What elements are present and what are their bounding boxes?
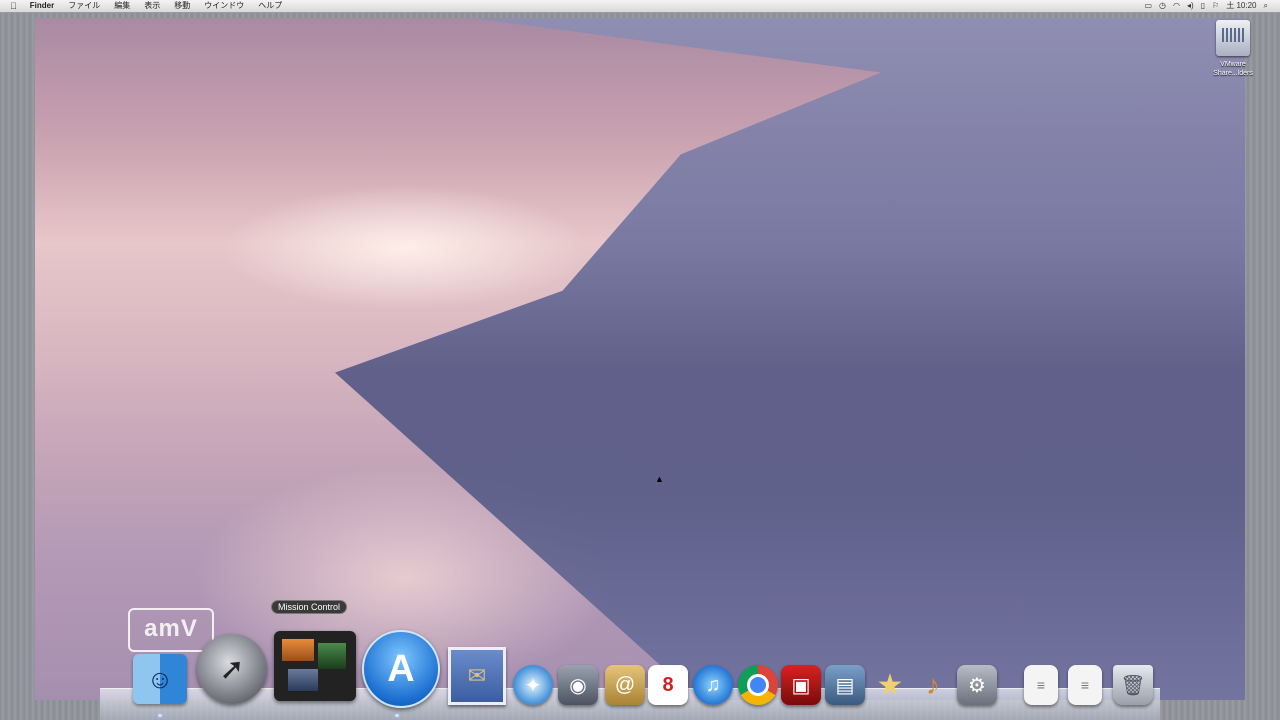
menu-view[interactable]: 表示 — [137, 0, 167, 12]
menu-help[interactable]: ヘルプ — [251, 0, 289, 12]
trash-icon[interactable]: 🗑 — [1113, 665, 1153, 705]
menu-finder[interactable]: Finder — [23, 0, 61, 12]
spotlight-icon[interactable]: ⌕ — [1264, 0, 1268, 12]
imovie-icon[interactable]: ★ — [870, 665, 910, 705]
battery-icon[interactable]: ▯ — [1201, 0, 1205, 12]
drive-label-line1: VMware — [1220, 61, 1246, 68]
flag-icon[interactable]: ⚐ — [1212, 0, 1219, 12]
document-icon[interactable]: ≡ — [1068, 665, 1102, 705]
menu-bar:  Finder ファイル 編集 表示 移動 ウインドウ ヘルプ ▭ ◷ ◠ ◂… — [0, 0, 1280, 13]
menu-edit[interactable]: 編集 — [107, 0, 137, 12]
menu-go[interactable]: 移動 — [167, 0, 197, 12]
watermark-logo: amV — [128, 608, 214, 652]
launchpad-icon[interactable]: ➚ — [197, 634, 267, 704]
volume-icon[interactable]: ◂) — [1187, 0, 1194, 12]
vmware-shared-folders-drive[interactable]: VMware Share...lders — [1200, 20, 1266, 78]
status-area: ▭ ◷ ◠ ◂) ▯ ⚐ 土 10:20 ⌕ — [1144, 0, 1280, 12]
mission-control-icon[interactable] — [274, 631, 356, 701]
apple-menu-icon[interactable]:  — [0, 0, 23, 12]
menu-clock[interactable]: 土 10:20 — [1226, 0, 1256, 12]
contacts-icon[interactable]: @ — [605, 665, 645, 705]
preview-icon[interactable]: ▤ — [825, 665, 865, 705]
desktop-wallpaper[interactable]: ▲ — [35, 18, 1245, 700]
facetime-icon[interactable]: ◉ — [558, 665, 598, 705]
itunes-icon[interactable]: ♫ — [693, 665, 733, 705]
network-drive-icon — [1216, 20, 1250, 56]
drive-label-line2: Share...lders — [1213, 70, 1253, 77]
running-indicator — [395, 714, 399, 717]
wifi-icon[interactable]: ◠ — [1173, 0, 1180, 12]
mouse-cursor-icon: ▲ — [655, 474, 664, 484]
photo-booth-icon[interactable]: ▣ — [781, 665, 821, 705]
menu-window[interactable]: ウインドウ — [197, 0, 251, 12]
app-store-icon[interactable]: A — [362, 630, 440, 708]
safari-icon[interactable]: ✦ — [513, 665, 553, 705]
mountain-shape — [335, 18, 1245, 700]
finder-icon[interactable]: ☺ — [133, 654, 187, 704]
display-icon[interactable]: ▭ — [1144, 0, 1152, 12]
time-machine-icon[interactable]: ◷ — [1159, 0, 1166, 12]
calendar-icon[interactable]: 8 — [648, 665, 688, 705]
garageband-icon[interactable]: ♪ — [913, 665, 953, 705]
dock-tooltip: Mission Control — [271, 600, 348, 614]
chrome-icon[interactable] — [738, 665, 778, 705]
running-indicator — [158, 714, 162, 717]
document-icon[interactable]: ≡ — [1024, 665, 1058, 705]
system-preferences-icon[interactable]: ⚙ — [957, 665, 997, 705]
menu-file[interactable]: ファイル — [61, 0, 107, 12]
mail-icon[interactable]: ✉ — [448, 647, 506, 705]
